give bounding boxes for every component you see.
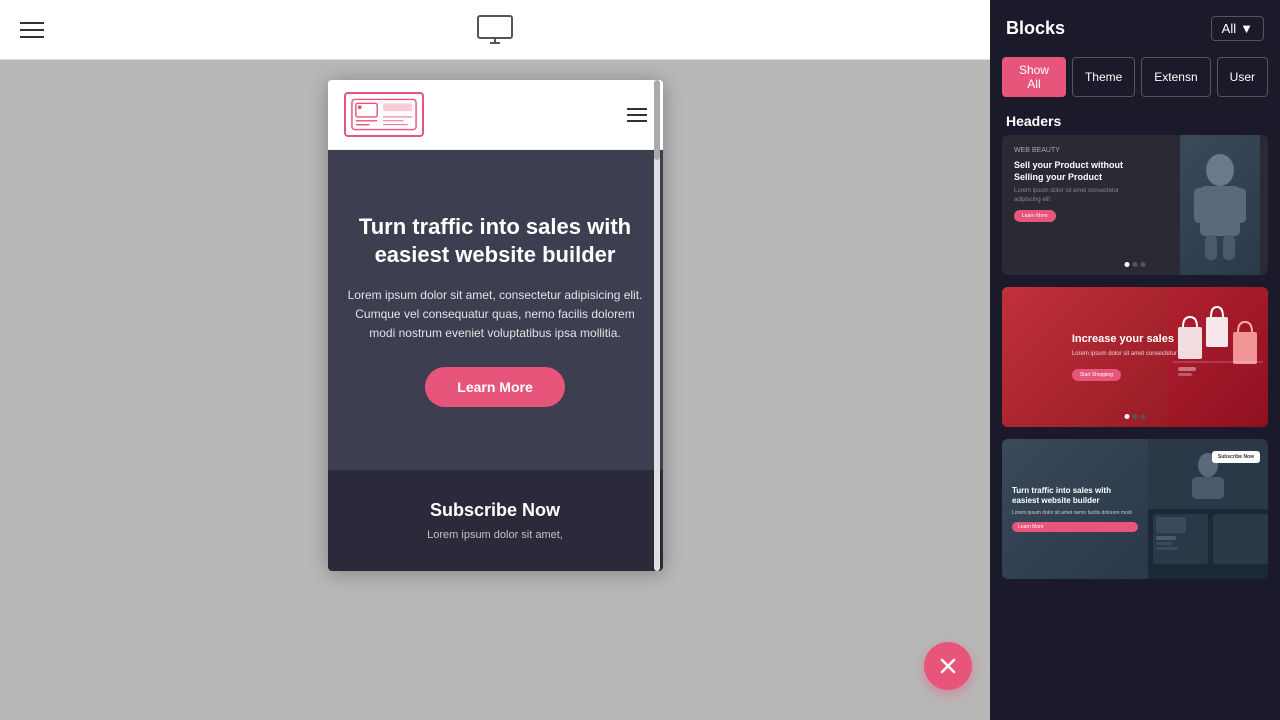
float-close-button[interactable]	[924, 642, 972, 690]
prev1-top-label: WEB BEAUTY	[1014, 147, 1147, 154]
subscribe-body: Lorem ipsum dolor sit amet,	[348, 529, 643, 541]
sidebar-title: Blocks	[1006, 18, 1065, 39]
all-dropdown-button[interactable]: All ▼	[1211, 16, 1264, 41]
prev3-sub-button: Subscribe Now	[1212, 451, 1260, 463]
header-preview-1[interactable]: WEB BEAUTY Sell your Product without Sel…	[1002, 135, 1268, 275]
filter-tab-theme[interactable]: Theme	[1072, 57, 1135, 97]
hamburger-menu[interactable]	[20, 22, 44, 38]
sidebar-header: Blocks All ▼	[990, 0, 1280, 49]
mobile-logo	[344, 92, 424, 137]
prev2-button: Start Shopping	[1072, 369, 1121, 381]
learn-more-button[interactable]: Learn More	[425, 367, 564, 407]
prev3-right-top-image	[1148, 439, 1268, 509]
filter-tabs: Show All Theme Extensn User	[990, 49, 1280, 105]
top-bar	[0, 0, 990, 60]
hero-title: Turn traffic into sales with easiest web…	[348, 213, 643, 270]
subscribe-title: Subscribe Now	[348, 500, 643, 521]
prev1-button: Learn More	[1014, 210, 1056, 222]
hero-body: Lorem ipsum dolor sit amet, consectetur …	[348, 286, 643, 344]
filter-tab-show-all[interactable]: Show All	[1002, 57, 1066, 97]
filter-tab-extension[interactable]: Extensn	[1141, 57, 1210, 97]
prev2-body: Lorem ipsum dolor sit amet consectetur	[1072, 351, 1198, 357]
mobile-nav	[328, 80, 663, 150]
hero-section: Turn traffic into sales with easiest web…	[328, 150, 663, 470]
prev3-body: Lorem ipsum dolor sit amet nemo facilis …	[1012, 510, 1138, 517]
logo-icon	[344, 92, 424, 137]
mobile-scrollbar[interactable]	[653, 80, 661, 571]
prev1-title: Sell your Product without Selling your P…	[1014, 160, 1147, 183]
prev2-title: Increase your sales	[1072, 333, 1198, 345]
canvas-area: Turn traffic into sales with easiest web…	[0, 60, 990, 720]
prev3-title: Turn traffic into sales with easiest web…	[1012, 486, 1138, 507]
blocks-sidebar: Blocks All ▼ Show All Theme Extensn User…	[990, 0, 1280, 720]
headers-section-label: Headers	[990, 105, 1280, 135]
prev1-body: Lorem ipsum dolor sit amet consectetur a…	[1014, 187, 1147, 204]
header-preview-3[interactable]: Turn traffic into sales with easiest web…	[1002, 439, 1268, 579]
header-preview-2[interactable]: Increase your sales Lorem ipsum dolor si…	[1002, 287, 1268, 427]
monitor-icon	[477, 15, 513, 45]
prev2-carousel-dots	[1125, 414, 1146, 419]
prev1-man-image	[1180, 135, 1260, 275]
mobile-hamburger-icon[interactable]	[627, 108, 647, 122]
prev3-left-content: Turn traffic into sales with easiest web…	[1002, 439, 1148, 579]
filter-tab-user[interactable]: User	[1217, 57, 1268, 97]
prev1-carousel-dots	[1125, 262, 1146, 267]
prev3-right-bottom-image	[1148, 509, 1268, 579]
subscribe-section: Subscribe Now Lorem ipsum dolor sit amet…	[328, 470, 663, 571]
prev2-content: Increase your sales Lorem ipsum dolor si…	[1062, 323, 1208, 391]
mobile-preview-frame: Turn traffic into sales with easiest web…	[328, 80, 663, 571]
prev3-button: Learn More	[1012, 522, 1138, 532]
